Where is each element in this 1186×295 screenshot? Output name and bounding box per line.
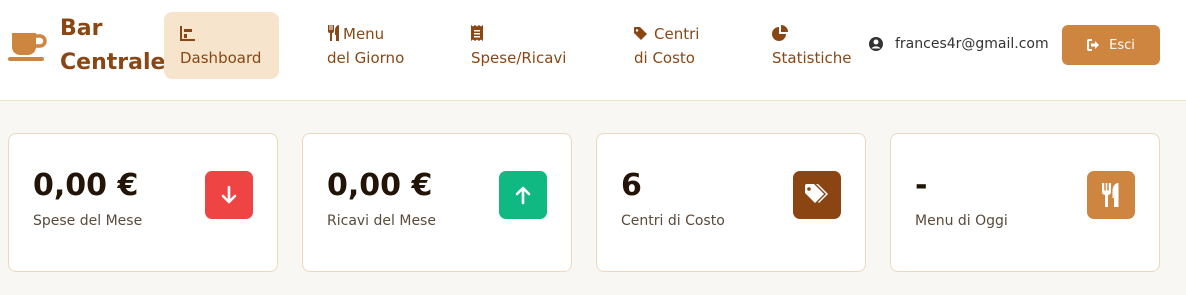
sign-out-icon (1087, 39, 1100, 51)
card-label: Spese del Mese (33, 213, 143, 229)
user-email-text: frances4r@gmail.com (895, 36, 1049, 52)
card-ricavi-del-mese: 0,00 € Ricavi del Mese (302, 133, 572, 272)
arrow-down-icon (221, 185, 237, 204)
brand-name: Bar Centrale (60, 12, 170, 80)
card-icon-box (793, 171, 841, 219)
brand-line-2: Centrale (60, 50, 166, 75)
nav-centri-di-costo[interactable]: Centri di Costo (618, 12, 723, 79)
utensils-icon (328, 25, 339, 41)
logout-label: Esci (1109, 37, 1135, 53)
card-value: 0,00 € (327, 168, 433, 203)
nav-menu-line-1: Menu (343, 25, 385, 43)
card-label: Centri di Costo (621, 213, 725, 229)
brand[interactable]: Bar Centrale (8, 8, 170, 84)
coffee-cup-icon (8, 33, 47, 61)
tags-icon (634, 27, 647, 40)
card-value: - (915, 168, 928, 203)
nav-dashboard[interactable]: Dashboard (164, 12, 279, 79)
card-centri-di-costo: 6 Centri di Costo (596, 133, 866, 272)
receipt-icon (471, 25, 483, 41)
nav-menu-del-giorno[interactable]: Menu del Giorno (311, 12, 426, 79)
card-label: Ricavi del Mese (327, 213, 436, 229)
nav-spese-label: Spese/Ricavi (471, 49, 567, 67)
nav-dashboard-label: Dashboard (180, 49, 262, 67)
nav-menu-line-2: del Giorno (327, 49, 405, 67)
card-icon-box (499, 171, 547, 219)
nav-spese-ricavi[interactable]: Spese/Ricavi (455, 12, 585, 79)
nav-statistiche[interactable]: Statistiche (756, 12, 861, 79)
card-label: Menu di Oggi (915, 213, 1008, 229)
nav-centri-line-2: di Costo (634, 49, 695, 67)
pie-chart-icon (772, 25, 788, 41)
nav-statistiche-label: Statistiche (772, 49, 852, 67)
navbar: Bar Centrale Dashboard Menu del Giorno S… (0, 0, 1186, 101)
utensils-icon (1102, 183, 1119, 207)
user-circle-icon (869, 37, 883, 51)
card-value: 6 (621, 168, 642, 203)
bar-chart-icon (180, 26, 195, 41)
card-icon-box (1087, 171, 1135, 219)
card-menu-di-oggi: - Menu di Oggi (890, 133, 1160, 272)
brand-line-1: Bar (60, 16, 103, 41)
arrow-up-icon (515, 186, 531, 205)
logout-button[interactable]: Esci (1062, 25, 1160, 65)
card-icon-box (205, 171, 253, 219)
tags-icon (805, 184, 828, 203)
card-value: 0,00 € (33, 168, 139, 203)
user-email: frances4r@gmail.com (869, 36, 1049, 52)
nav-centri-line-1: Centri (654, 25, 700, 43)
card-spese-del-mese: 0,00 € Spese del Mese (8, 133, 278, 272)
